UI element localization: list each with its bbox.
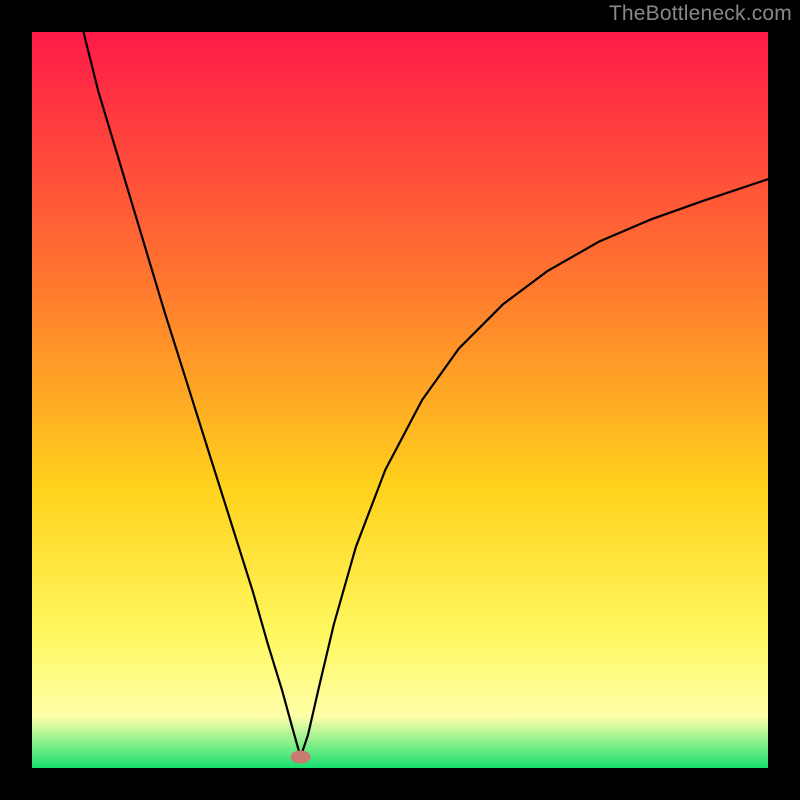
attribution-text: TheBottleneck.com: [609, 2, 792, 26]
plot-area: [32, 32, 768, 768]
chart-frame: TheBottleneck.com: [0, 0, 800, 800]
gradient-bg: [32, 32, 768, 768]
optimal-point-marker: [291, 751, 311, 764]
chart-svg: [32, 32, 768, 768]
